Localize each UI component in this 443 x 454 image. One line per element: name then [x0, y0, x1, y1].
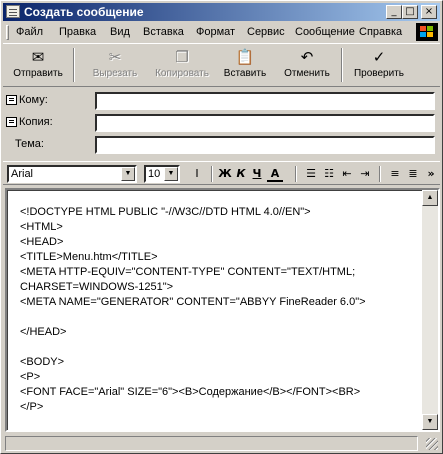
cc-label: Копия:: [19, 116, 53, 128]
paste-icon: 📋: [235, 48, 255, 66]
address-book-icon[interactable]: [6, 95, 17, 105]
close-button[interactable]: ×: [421, 5, 437, 19]
resize-grip-icon[interactable]: [426, 438, 438, 450]
scroll-down-icon[interactable]: ▼: [422, 414, 438, 430]
font-name-select[interactable]: Arial ▼: [7, 165, 137, 183]
subject-row: Тема:: [3, 134, 440, 156]
body-line: <HTML>: [20, 221, 63, 233]
body-line: <META HTTP-EQUIV="CONTENT-TYPE" CONTENT=…: [20, 266, 356, 278]
body-line: <P>: [20, 371, 41, 383]
message-body-text: <!DOCTYPE HTML PUBLIC "-//W3C//DTD HTML …: [20, 205, 366, 415]
increase-indent-icon[interactable]: ⇥: [357, 166, 373, 182]
window-title: Создать сообщение: [24, 5, 144, 19]
vertical-scrollbar[interactable]: ▲ ▼: [422, 190, 438, 430]
menu-grip[interactable]: [6, 25, 9, 40]
cc-row: Копия:: [3, 112, 440, 134]
message-body-area[interactable]: <!DOCTYPE HTML PUBLIC "-//W3C//DTD HTML …: [7, 190, 422, 430]
cut-button[interactable]: ✂ Вырезать: [85, 46, 145, 84]
body-line: <FONT FACE="Arial" SIZE="6"><B>Содержани…: [20, 386, 361, 398]
toolbar-separator: [341, 48, 343, 82]
spellcheck-button[interactable]: ✓ Проверить: [349, 46, 409, 84]
spellcheck-icon: ✓: [372, 48, 386, 66]
windows-logo-icon: [416, 23, 438, 41]
to-label: Кому:: [19, 94, 48, 106]
copy-button[interactable]: ❐ Копировать: [149, 46, 215, 84]
bold-button[interactable]: Ж: [217, 166, 233, 182]
toolbar-separator: [73, 48, 75, 82]
message-body[interactable]: <!DOCTYPE HTML PUBLIC "-//W3C//DTD HTML …: [5, 188, 440, 432]
body-line: [20, 310, 366, 325]
scissors-icon: ✂: [108, 48, 122, 66]
bullet-list-icon[interactable]: ☷: [321, 166, 337, 182]
subject-label: Тема:: [15, 138, 44, 150]
menu-insert[interactable]: Вставка: [143, 26, 184, 38]
status-bar: [3, 434, 440, 452]
paragraph-style-icon[interactable]: Ⅰ: [189, 166, 205, 182]
menu-help[interactable]: Справка: [359, 26, 402, 38]
undo-icon: ↶: [300, 48, 314, 66]
paste-button[interactable]: 📋 Вставить: [217, 46, 273, 84]
chevron-down-icon[interactable]: ▼: [121, 167, 135, 181]
body-line: </HEAD>: [20, 326, 67, 338]
new-message-icon: [6, 5, 20, 18]
address-book-icon[interactable]: [6, 117, 17, 127]
status-panel: [5, 436, 418, 451]
to-row: Кому:: [3, 90, 440, 112]
decrease-indent-icon[interactable]: ⇤: [339, 166, 355, 182]
menu-view[interactable]: Вид: [110, 26, 130, 38]
body-line: <!DOCTYPE HTML PUBLIC "-//W3C//DTD HTML …: [20, 206, 311, 218]
body-line: <META NAME="GENERATOR" CONTENT="ABBYY Fi…: [20, 296, 366, 308]
menu-bar: Файл Правка Вид Вставка Формат Сервис Со…: [3, 22, 440, 42]
numbered-list-icon[interactable]: ☰: [303, 166, 319, 182]
copy-icon: ❐: [175, 48, 189, 66]
body-line: </P>: [20, 401, 44, 413]
menu-file[interactable]: Файл: [16, 26, 43, 38]
body-line: CHARSET=WINDOWS-1251">: [20, 281, 174, 293]
compose-window: Создать сообщение _ □ × Файл Правка Вид …: [0, 0, 443, 454]
italic-button[interactable]: К: [233, 166, 249, 182]
minimize-button[interactable]: _: [386, 5, 402, 19]
toolbar-separator: [379, 166, 381, 182]
undo-button[interactable]: ↶ Отменить: [279, 46, 335, 84]
subject-field[interactable]: [95, 136, 435, 154]
body-line: <HEAD>: [20, 236, 64, 248]
to-field[interactable]: [95, 92, 435, 110]
align-center-icon[interactable]: ≣: [405, 166, 421, 182]
menu-tools[interactable]: Сервис: [247, 26, 285, 38]
maximize-button[interactable]: □: [402, 5, 418, 19]
font-name-value: Arial: [11, 168, 34, 180]
menu-message[interactable]: Сообщение: [295, 26, 355, 38]
toolbar-separator: [211, 166, 213, 182]
title-bar[interactable]: Создать сообщение _ □ ×: [3, 3, 440, 21]
menu-edit[interactable]: Правка: [59, 26, 96, 38]
body-line: <TITLE>Menu.htm</TITLE>: [20, 251, 158, 263]
chevron-down-icon[interactable]: ▼: [164, 167, 178, 181]
menu-format[interactable]: Формат: [196, 26, 235, 38]
body-line: [20, 340, 366, 355]
more-chevron-icon[interactable]: »: [423, 166, 439, 182]
font-color-button[interactable]: A: [267, 166, 283, 182]
underline-button[interactable]: Ч: [249, 166, 265, 182]
cc-field[interactable]: [95, 114, 435, 132]
main-toolbar: ✉ Отправить ✂ Вырезать ❐ Копировать 📋 Вс…: [3, 43, 440, 87]
toolbar-separator: [295, 166, 297, 182]
font-size-value: 10: [148, 168, 161, 180]
font-size-select[interactable]: 10 ▼: [144, 165, 180, 183]
formatting-toolbar: Arial ▼ 10 ▼ Ⅰ Ж К Ч A ☰ ☷ ⇤ ⇥ ≡ ≣ »: [3, 161, 440, 185]
scroll-up-icon[interactable]: ▲: [422, 190, 438, 206]
body-line: <BODY>: [20, 356, 65, 368]
send-button[interactable]: ✉ Отправить: [7, 46, 69, 84]
send-icon: ✉: [31, 48, 45, 66]
align-left-icon[interactable]: ≡: [387, 166, 403, 182]
